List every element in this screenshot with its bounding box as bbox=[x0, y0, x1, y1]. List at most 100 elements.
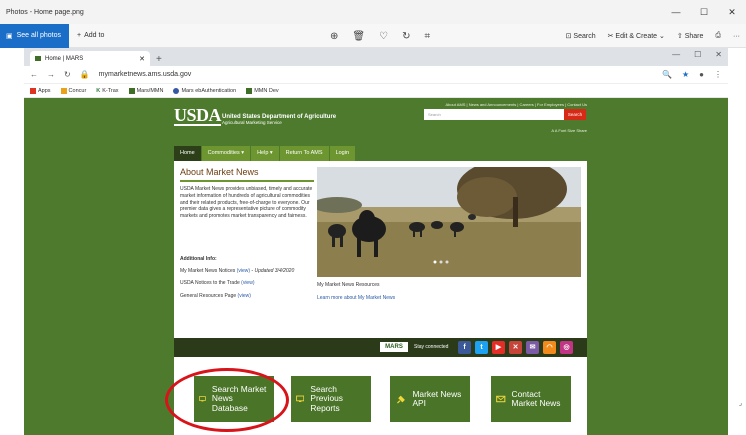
monitor-icon bbox=[296, 395, 305, 402]
site-search-input[interactable]: Search bbox=[424, 109, 564, 120]
notice-text: USDA Notices to the Trade bbox=[180, 280, 240, 286]
facebook-icon[interactable]: f bbox=[458, 341, 471, 354]
nav-return-to-ams[interactable]: Return To AMS bbox=[279, 146, 330, 161]
share-button[interactable]: ⇧ Share bbox=[677, 32, 704, 40]
bookmark-mmn-dev[interactable]: MMN Dev bbox=[246, 87, 279, 94]
photos-window-title: Photos - Home page.png bbox=[6, 8, 84, 16]
photo-caption: My Market News Resources bbox=[317, 282, 380, 288]
tab-close-icon[interactable]: ✕ bbox=[139, 55, 145, 63]
button-label: Market News API bbox=[412, 388, 462, 408]
about-text: USDA Market News provides unbiased, time… bbox=[180, 186, 313, 220]
reload-icon[interactable]: ↻ bbox=[64, 70, 71, 79]
nav-commodities[interactable]: Commodities ▾ bbox=[201, 146, 252, 161]
edit-create-button[interactable]: ✂ Edit & Create ⌄ bbox=[608, 32, 665, 40]
bookmarks-bar: Apps Concur K K-Trax Mars/MMN Mars ebAuth… bbox=[24, 84, 728, 98]
bookmark-apps[interactable]: Apps bbox=[30, 87, 51, 94]
close-icon[interactable]: ✕ bbox=[718, 0, 746, 24]
notice-updated: - Updated 3/4/2020 bbox=[250, 268, 295, 274]
notice-view-link[interactable]: (view) bbox=[241, 280, 254, 286]
see-all-photos-button[interactable]: ▣ See all photos bbox=[0, 23, 69, 48]
share-icon: ⇧ bbox=[676, 33, 683, 40]
photos-toolbar: ▣ See all photos + Add to ⊕ 🗑 ♡ ↻ ⌗ ⊡ Se… bbox=[0, 23, 746, 48]
font-size-controls[interactable]: A A Font Size Share bbox=[551, 128, 587, 133]
photos-icon: ▣ bbox=[6, 32, 13, 40]
bookmark-concur[interactable]: Concur bbox=[60, 87, 87, 94]
address-bar: ← → ↻ 🔒 mymarketnews.ams.usda.gov 🔍 ★ ● … bbox=[24, 66, 728, 84]
web-page: About AMS | News and Announcements | Car… bbox=[24, 98, 728, 435]
edit-icon: ✂ bbox=[607, 33, 614, 40]
site-search-button[interactable]: Search bbox=[564, 109, 586, 120]
mars-auth-icon bbox=[173, 87, 180, 94]
edit-label: Edit & Create bbox=[615, 33, 658, 40]
browser-minimize-icon[interactable]: — bbox=[672, 50, 680, 59]
plug-icon bbox=[397, 395, 405, 404]
address-bar-actions: 🔍 ★ ● ⋮ bbox=[662, 70, 722, 79]
cattle-photo[interactable] bbox=[317, 167, 581, 277]
market-news-api-button[interactable]: Market News API bbox=[390, 376, 470, 422]
mmn-dev-icon bbox=[246, 87, 253, 94]
bookmark-mars[interactable]: Mars/MMN bbox=[128, 87, 164, 94]
add-to-button[interactable]: + Add to bbox=[77, 32, 104, 39]
favorite-icon[interactable]: ♡ bbox=[379, 31, 388, 42]
star-icon[interactable]: ★ bbox=[682, 70, 689, 79]
notice-view-link[interactable]: (view) bbox=[238, 293, 251, 299]
menu-icon[interactable]: ⋮ bbox=[714, 70, 722, 79]
corner-mark: ⌟ bbox=[738, 400, 742, 407]
search-previous-reports-button[interactable]: Search Previous Reports bbox=[291, 376, 371, 422]
instagram-icon[interactable]: ◎ bbox=[560, 341, 573, 354]
favicon-icon bbox=[35, 56, 41, 61]
bookmark-label: Apps bbox=[38, 87, 51, 94]
delete-icon[interactable]: 🗑 bbox=[352, 31, 365, 42]
content-panel: About Market News USDA Market News provi… bbox=[174, 161, 587, 338]
flickr-icon[interactable]: ✕ bbox=[509, 341, 522, 354]
browser-tab[interactable]: Home | MARS ✕ bbox=[30, 51, 150, 66]
social-bar: MARS Stay connected f t ▶ ✕ ✉ ◠ ◎ bbox=[174, 338, 587, 357]
concur-icon bbox=[60, 87, 67, 94]
button-label: Contact Market News bbox=[511, 388, 561, 408]
zoom-icon[interactable]: 🔍 bbox=[662, 70, 672, 79]
bookmark-label: MMN Dev bbox=[254, 87, 279, 94]
url-field[interactable]: mymarketnews.ams.usda.gov bbox=[99, 71, 192, 78]
photos-toolbar-right: ⊡ Search ✂ Edit & Create ⌄ ⇧ Share ⎙ ··· bbox=[566, 24, 740, 48]
forward-icon[interactable]: → bbox=[47, 70, 55, 79]
new-tab-icon[interactable]: + bbox=[156, 54, 162, 65]
rotate-icon[interactable]: ↻ bbox=[402, 31, 410, 42]
nav-login[interactable]: Login bbox=[329, 146, 357, 161]
learn-more-link[interactable]: Learn more about My Market News bbox=[317, 295, 395, 301]
back-icon[interactable]: ← bbox=[30, 70, 38, 79]
bookmark-label: Concur bbox=[68, 87, 87, 94]
twitter-icon[interactable]: t bbox=[475, 341, 488, 354]
crop-icon[interactable]: ⌗ bbox=[424, 31, 430, 42]
nav-home[interactable]: Home bbox=[174, 146, 202, 161]
photos-title-bar: Photos - Home page.png — ☐ ✕ bbox=[0, 0, 746, 24]
agency-subtitle: Agricultural Marketing Service bbox=[222, 120, 282, 125]
contact-market-news-button[interactable]: Contact Market News bbox=[491, 376, 571, 422]
zoom-icon[interactable]: ⊕ bbox=[330, 31, 338, 42]
search-icon: ⊡ bbox=[565, 33, 572, 40]
usda-logo[interactable]: USDA bbox=[174, 106, 222, 126]
profile-icon[interactable]: ● bbox=[699, 70, 704, 79]
top-links[interactable]: About AMS | News and Announcements | Car… bbox=[445, 102, 587, 107]
notice-view-link[interactable]: (view) bbox=[237, 268, 250, 274]
bookmark-label: Mars/MMN bbox=[136, 87, 164, 94]
email-icon[interactable]: ✉ bbox=[526, 341, 539, 354]
rss-icon[interactable]: ◠ bbox=[543, 341, 556, 354]
minimize-icon[interactable]: — bbox=[662, 0, 690, 24]
notice-resources: General Resources Page (view) bbox=[180, 293, 251, 299]
more-icon[interactable]: ··· bbox=[733, 33, 740, 40]
site-nav: Home Commodities ▾ Help ▾ Return To AMS … bbox=[174, 146, 357, 161]
browser-window: Home | MARS ✕ + — ☐ ✕ ← → ↻ 🔒 mymarketne… bbox=[24, 48, 728, 435]
browser-close-icon[interactable]: ✕ bbox=[715, 50, 722, 59]
mars-logo[interactable]: MARS bbox=[379, 341, 409, 353]
see-all-label: See all photos bbox=[16, 32, 61, 39]
browser-maximize-icon[interactable]: ☐ bbox=[694, 50, 701, 59]
youtube-icon[interactable]: ▶ bbox=[492, 341, 505, 354]
print-icon[interactable]: ⎙ bbox=[715, 32, 721, 40]
bookmark-mars-auth[interactable]: Mars ebAuthentication bbox=[173, 87, 236, 94]
maximize-icon[interactable]: ☐ bbox=[690, 0, 718, 24]
search-button[interactable]: ⊡ Search bbox=[566, 32, 596, 40]
heading-divider bbox=[180, 180, 314, 182]
nav-help[interactable]: Help ▾ bbox=[251, 146, 280, 161]
bookmark-ktrax[interactable]: K K-Trax bbox=[96, 88, 118, 94]
plus-icon: + bbox=[77, 32, 82, 39]
